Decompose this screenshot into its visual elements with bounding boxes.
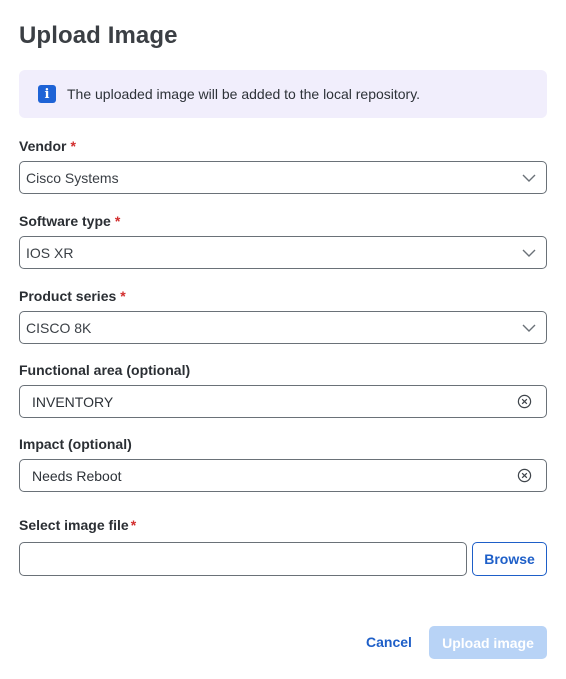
cancel-button[interactable]: Cancel [356, 626, 422, 658]
chevron-down-icon [522, 174, 536, 182]
chevron-down-icon [522, 249, 536, 257]
vendor-label: Vendor * [19, 138, 76, 154]
image-file-input[interactable] [19, 542, 467, 576]
vendor-select[interactable]: Cisco Systems [19, 161, 547, 194]
image-file-label: Select image file * [19, 517, 137, 533]
upload-image-button[interactable]: Upload image [429, 626, 547, 659]
clear-icon[interactable] [517, 468, 532, 483]
impact-label: Impact (optional) [19, 436, 132, 452]
info-icon: i [38, 85, 56, 103]
software-type-label: Software type * [19, 213, 121, 229]
required-marker: * [120, 288, 126, 304]
clear-icon[interactable] [517, 394, 532, 409]
functional-area-value: INVENTORY [32, 393, 114, 410]
browse-button[interactable]: Browse [472, 542, 547, 576]
functional-area-input[interactable]: INVENTORY [19, 385, 547, 418]
vendor-value: Cisco Systems [26, 169, 119, 186]
required-marker: * [70, 138, 76, 154]
product-series-label: Product series * [19, 288, 126, 304]
chevron-down-icon [522, 324, 536, 332]
product-series-value: CISCO 8K [26, 319, 92, 336]
product-series-select[interactable]: CISCO 8K [19, 311, 547, 344]
impact-value: Needs Reboot [32, 467, 122, 484]
functional-area-label: Functional area (optional) [19, 362, 191, 378]
info-text: The uploaded image will be added to the … [67, 86, 421, 102]
impact-input[interactable]: Needs Reboot [19, 459, 547, 492]
required-marker: * [130, 517, 137, 533]
required-marker: * [114, 213, 121, 229]
software-type-value: IOS XR [26, 244, 74, 261]
dialog-title: Upload Image [19, 22, 178, 49]
software-type-select[interactable]: IOS XR [19, 236, 547, 269]
upload-image-dialog: Upload Image i The uploaded image will b… [0, 0, 566, 679]
info-banner: i The uploaded image will be added to th… [19, 70, 547, 118]
